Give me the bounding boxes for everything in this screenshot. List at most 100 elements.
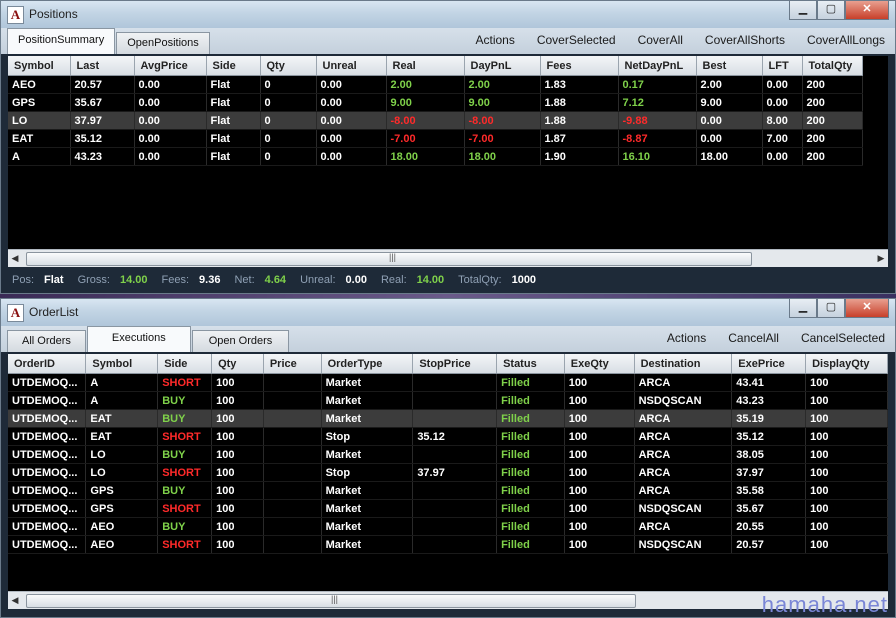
column-header-price[interactable]: Price <box>263 354 322 374</box>
cell-qty: 0 <box>260 75 317 94</box>
column-header-orderid[interactable]: OrderID <box>8 354 87 374</box>
cover-all-button[interactable]: CoverAll <box>638 33 683 47</box>
cell-netdaypnl: -8.87 <box>618 129 697 148</box>
table-row[interactable]: UTDEMOQ... EAT SHORT 100 Stop 35.12 Filled 100 A… <box>8 427 888 446</box>
column-header-best[interactable]: Best <box>696 56 763 76</box>
table-row[interactable]: UTDEMOQ... A BUY 100 Market Filled 100 NSDQSCAN… <box>8 391 888 410</box>
table-row[interactable]: UTDEMOQ... AEO SHORT 100 Market Filled 100 NSDQ… <box>8 535 888 554</box>
table-row[interactable]: UTDEMOQ... GPS BUY 100 Market Filled 100 ARCA 35… <box>8 481 888 500</box>
cancel-selected-button[interactable]: CancelSelected <box>801 331 885 345</box>
positions-horizontal-scrollbar[interactable]: ◀ ||| ▶ <box>8 249 888 267</box>
table-row[interactable]: EAT 35.12 0.00 Flat 0 0.00 -7.00 -7.00 1.87 -8.87… <box>8 129 863 148</box>
cell-status: Filled <box>496 535 565 554</box>
cell-orderid: UTDEMOQ... <box>8 409 87 428</box>
column-header-unreal[interactable]: Unreal <box>316 56 387 76</box>
cancel-all-button[interactable]: CancelAll <box>728 331 779 345</box>
cell-side: Flat <box>206 111 261 130</box>
tab-executions[interactable]: Executions <box>86 326 191 352</box>
cell-symbol: AEO <box>85 535 159 554</box>
cell-orderid: UTDEMOQ... <box>8 427 87 446</box>
cell-unreal: 0.00 <box>316 111 387 130</box>
cell-side: BUY <box>157 445 213 464</box>
table-row[interactable]: AEO 20.57 0.00 Flat 0 0.00 2.00 2.00 1.83 0.17 2.0… <box>8 75 863 94</box>
orderlist-scroll-thumb[interactable]: ||| <box>26 594 636 608</box>
table-row[interactable]: UTDEMOQ... GPS SHORT 100 Market Filled 100 NSDQ… <box>8 499 888 518</box>
column-header-side[interactable]: Side <box>157 354 213 374</box>
cell-fees: 1.83 <box>540 75 619 94</box>
positions-scroll-thumb[interactable]: ||| <box>26 252 752 266</box>
column-header-real[interactable]: Real <box>386 56 465 76</box>
tab-position-summary[interactable]: PositionSummary <box>7 28 116 54</box>
cell-status: Filled <box>496 409 565 428</box>
cell-orderid: UTDEMOQ... <box>8 517 87 536</box>
column-header-netdaypnl[interactable]: NetDayPnL <box>618 56 697 76</box>
close-button[interactable]: ✕ <box>845 299 889 318</box>
column-header-stopprice[interactable]: StopPrice <box>412 354 498 374</box>
actions-menu[interactable]: Actions <box>475 33 514 47</box>
cell-best: 9.00 <box>696 93 763 112</box>
cell-daypnl: -8.00 <box>464 111 541 130</box>
cell-ordertype: Market <box>321 445 414 464</box>
cover-all-longs-button[interactable]: CoverAllLongs <box>807 33 885 47</box>
close-button[interactable]: ✕ <box>845 1 889 20</box>
table-row[interactable]: UTDEMOQ... A SHORT 100 Market Filled 100 ARCA 43… <box>8 373 888 392</box>
table-row[interactable]: UTDEMOQ... EAT BUY 100 Market Filled 100 ARCA 35… <box>8 409 888 428</box>
column-header-qty[interactable]: Qty <box>211 354 264 374</box>
table-row[interactable]: UTDEMOQ... LO SHORT 100 Stop 37.97 Filled 100 AR… <box>8 463 888 482</box>
orderlist-window-title: OrderList <box>29 305 79 319</box>
orderlist-titlebar[interactable]: A OrderList ▁ ▢ ✕ <box>1 299 895 326</box>
status-fees-value: 9.36 <box>199 274 221 286</box>
column-header-side[interactable]: Side <box>206 56 261 76</box>
column-header-symbol[interactable]: Symbol <box>8 56 71 76</box>
cell-exeprice: 35.58 <box>731 481 807 500</box>
column-header-destination[interactable]: Destination <box>634 354 733 374</box>
column-header-lft[interactable]: LFT <box>762 56 803 76</box>
table-row[interactable]: LO 37.97 0.00 Flat 0 0.00 -8.00 -8.00 1.88 -9.88 0… <box>8 111 863 130</box>
scroll-right-icon[interactable]: ▶ <box>874 250 888 267</box>
table-row[interactable]: A 43.23 0.00 Flat 0 0.00 18.00 18.00 1.90 16.10 18… <box>8 147 863 166</box>
minimize-button[interactable]: ▁ <box>789 1 817 20</box>
cell-best: 0.00 <box>696 111 763 130</box>
table-row[interactable]: GPS 35.67 0.00 Flat 0 0.00 9.00 9.00 1.88 7.12 9.0… <box>8 93 863 112</box>
cell-totalqty: 200 <box>802 93 863 112</box>
column-header-avgprice[interactable]: AvgPrice <box>134 56 207 76</box>
column-header-displayqty[interactable]: DisplayQty <box>805 354 888 374</box>
cell-best: 18.00 <box>696 147 763 166</box>
column-header-status[interactable]: Status <box>496 354 565 374</box>
positions-titlebar[interactable]: A Positions ▁ ▢ ✕ <box>1 1 895 28</box>
orderlist-horizontal-scrollbar[interactable]: ◀ ||| <box>8 591 888 609</box>
cell-orderid: UTDEMOQ... <box>8 481 87 500</box>
column-header-fees[interactable]: Fees <box>540 56 619 76</box>
cell-destination: ARCA <box>634 373 733 392</box>
maximize-button[interactable]: ▢ <box>817 299 845 318</box>
column-header-symbol[interactable]: Symbol <box>85 354 159 374</box>
tab-open-orders[interactable]: Open Orders <box>191 330 290 352</box>
cell-ordertype: Stop <box>321 427 414 446</box>
scroll-left-icon[interactable]: ◀ <box>8 250 22 267</box>
column-header-exeprice[interactable]: ExePrice <box>731 354 807 374</box>
cell-totalqty: 200 <box>802 129 863 148</box>
cover-selected-button[interactable]: CoverSelected <box>537 33 616 47</box>
actions-menu[interactable]: Actions <box>667 331 706 345</box>
column-header-totalqty[interactable]: TotalQty <box>802 56 863 76</box>
tab-all-orders[interactable]: All Orders <box>7 330 86 352</box>
maximize-button[interactable]: ▢ <box>817 1 845 20</box>
column-header-ordertype[interactable]: OrderType <box>321 354 414 374</box>
cell-displayqty: 100 <box>805 517 888 536</box>
table-row[interactable]: UTDEMOQ... LO BUY 100 Market Filled 100 ARCA 38.… <box>8 445 888 464</box>
minimize-button[interactable]: ▁ <box>789 299 817 318</box>
column-header-qty[interactable]: Qty <box>260 56 317 76</box>
column-header-last[interactable]: Last <box>70 56 135 76</box>
cell-exeprice: 43.23 <box>731 391 807 410</box>
column-header-daypnl[interactable]: DayPnL <box>464 56 541 76</box>
cell-side: BUY <box>157 409 213 428</box>
positions-statusbar: Pos: Flat Gross: 14.00 Fees: 9.36 Net: 4… <box>8 268 888 292</box>
orderlist-grid: OrderID Symbol Side Qty Price OrderType StopPr… <box>8 354 888 591</box>
cover-all-shorts-button[interactable]: CoverAllShorts <box>705 33 785 47</box>
scroll-left-icon[interactable]: ◀ <box>8 592 22 609</box>
cell-exeprice: 43.41 <box>731 373 807 392</box>
status-net-value: 4.64 <box>264 274 287 286</box>
tab-open-positions[interactable]: OpenPositions <box>116 32 210 54</box>
table-row[interactable]: UTDEMOQ... AEO BUY 100 Market Filled 100 ARCA 20… <box>8 517 888 536</box>
column-header-exeqty[interactable]: ExeQty <box>564 354 635 374</box>
